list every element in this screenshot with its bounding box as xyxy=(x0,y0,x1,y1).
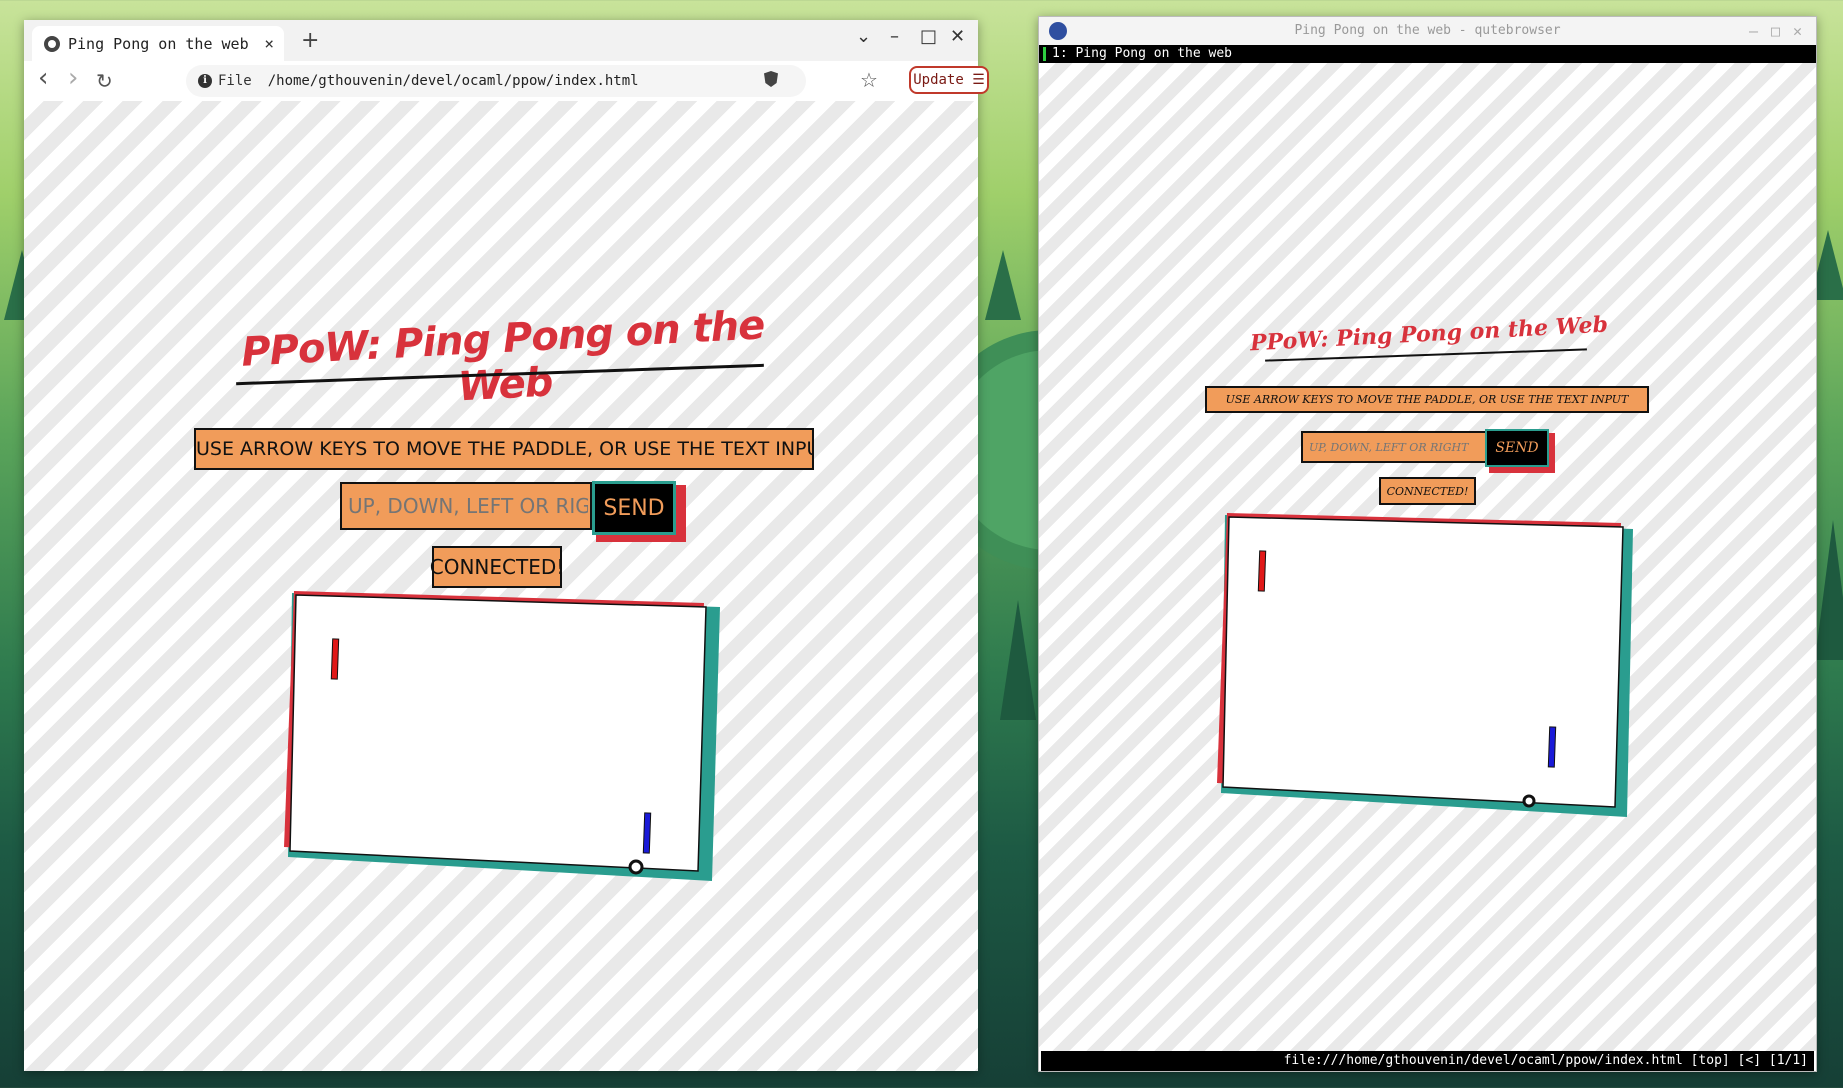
close-window-button[interactable]: ✕ xyxy=(1793,17,1802,45)
command-input[interactable] xyxy=(340,482,592,530)
new-tab-button[interactable]: + xyxy=(301,28,319,53)
page-content: PPoW: Ping Pong on the Web USE ARROW KEY… xyxy=(1039,63,1816,1051)
page-title: PPoW: Ping Pong on the Web xyxy=(240,302,766,411)
scheme-label: File xyxy=(218,73,252,89)
tab-strip: Ping Pong on the web × + ⌄ – □ ✕ xyxy=(24,20,978,61)
reload-button[interactable]: ↻ xyxy=(96,69,113,93)
court-field xyxy=(289,594,707,872)
right-paddle xyxy=(642,812,652,854)
qutebrowser-logo-icon xyxy=(1049,22,1067,40)
close-window-button[interactable]: ✕ xyxy=(950,26,965,47)
court-field xyxy=(1222,516,1624,808)
ball xyxy=(628,859,644,875)
window-titlebar: Ping Pong on the web - qutebrowser – □ ✕ xyxy=(1039,17,1816,45)
game-court[interactable] xyxy=(284,585,724,905)
tab-title: Ping Pong on the web xyxy=(68,34,249,53)
status-bar: file:///home/gthouvenin/devel/ocaml/ppow… xyxy=(1041,1051,1814,1071)
window-title: Ping Pong on the web - qutebrowser xyxy=(1294,23,1561,38)
browser-tab[interactable]: Ping Pong on the web × xyxy=(32,26,284,61)
forward-button[interactable]: › xyxy=(68,63,78,93)
right-paddle xyxy=(1547,726,1557,768)
tab-bar[interactable]: 1: Ping Pong on the web xyxy=(1039,45,1816,63)
instructions-banner: USE ARROW KEYS TO MOVE THE PADDLE, OR US… xyxy=(1205,386,1649,413)
bookmark-star-icon[interactable]: ☆ xyxy=(860,68,878,92)
address-bar[interactable]: i File /home/gthouvenin/devel/ocaml/ppow… xyxy=(186,65,806,97)
maximize-button[interactable]: □ xyxy=(920,26,937,47)
left-paddle xyxy=(330,638,340,680)
page-content: PPoW: Ping Pong on the Web USE ARROW KEY… xyxy=(24,101,978,1071)
tab-search-icon[interactable]: ⌄ xyxy=(856,26,871,47)
close-tab-icon[interactable]: × xyxy=(264,34,274,53)
maximize-button[interactable]: □ xyxy=(1771,17,1780,45)
qutebrowser-window: Ping Pong on the web - qutebrowser – □ ✕… xyxy=(1038,16,1817,1072)
back-button[interactable]: ‹ xyxy=(38,63,48,93)
left-paddle xyxy=(1257,550,1267,592)
command-input[interactable] xyxy=(1301,431,1487,463)
connection-status: CONNECTED! xyxy=(430,546,564,588)
browser-toolbar: ‹ › ↻ i File /home/gthouvenin/devel/ocam… xyxy=(24,61,989,102)
ball xyxy=(1522,794,1536,808)
connection-status: CONNECTED! xyxy=(1379,477,1476,505)
tab-label: 1: Ping Pong on the web xyxy=(1052,46,1233,61)
send-button[interactable]: SEND xyxy=(592,481,676,535)
url-text: /home/gthouvenin/devel/ocaml/ppow/index.… xyxy=(267,73,639,89)
game-court[interactable] xyxy=(1217,507,1637,827)
instructions-banner: USE ARROW KEYS TO MOVE THE PADDLE, OR US… xyxy=(194,428,814,470)
info-icon[interactable]: i xyxy=(198,74,212,88)
minimize-button[interactable]: – xyxy=(890,26,899,47)
minimize-button[interactable]: – xyxy=(1749,17,1758,45)
tab-indicator xyxy=(1043,46,1046,61)
send-button[interactable]: SEND xyxy=(1485,429,1549,467)
update-button[interactable]: Update ☰ xyxy=(909,66,989,94)
globe-icon xyxy=(44,35,60,52)
chromium-window: Ping Pong on the web × + ⌄ – □ ✕ ‹ › ↻ i… xyxy=(24,20,989,1071)
